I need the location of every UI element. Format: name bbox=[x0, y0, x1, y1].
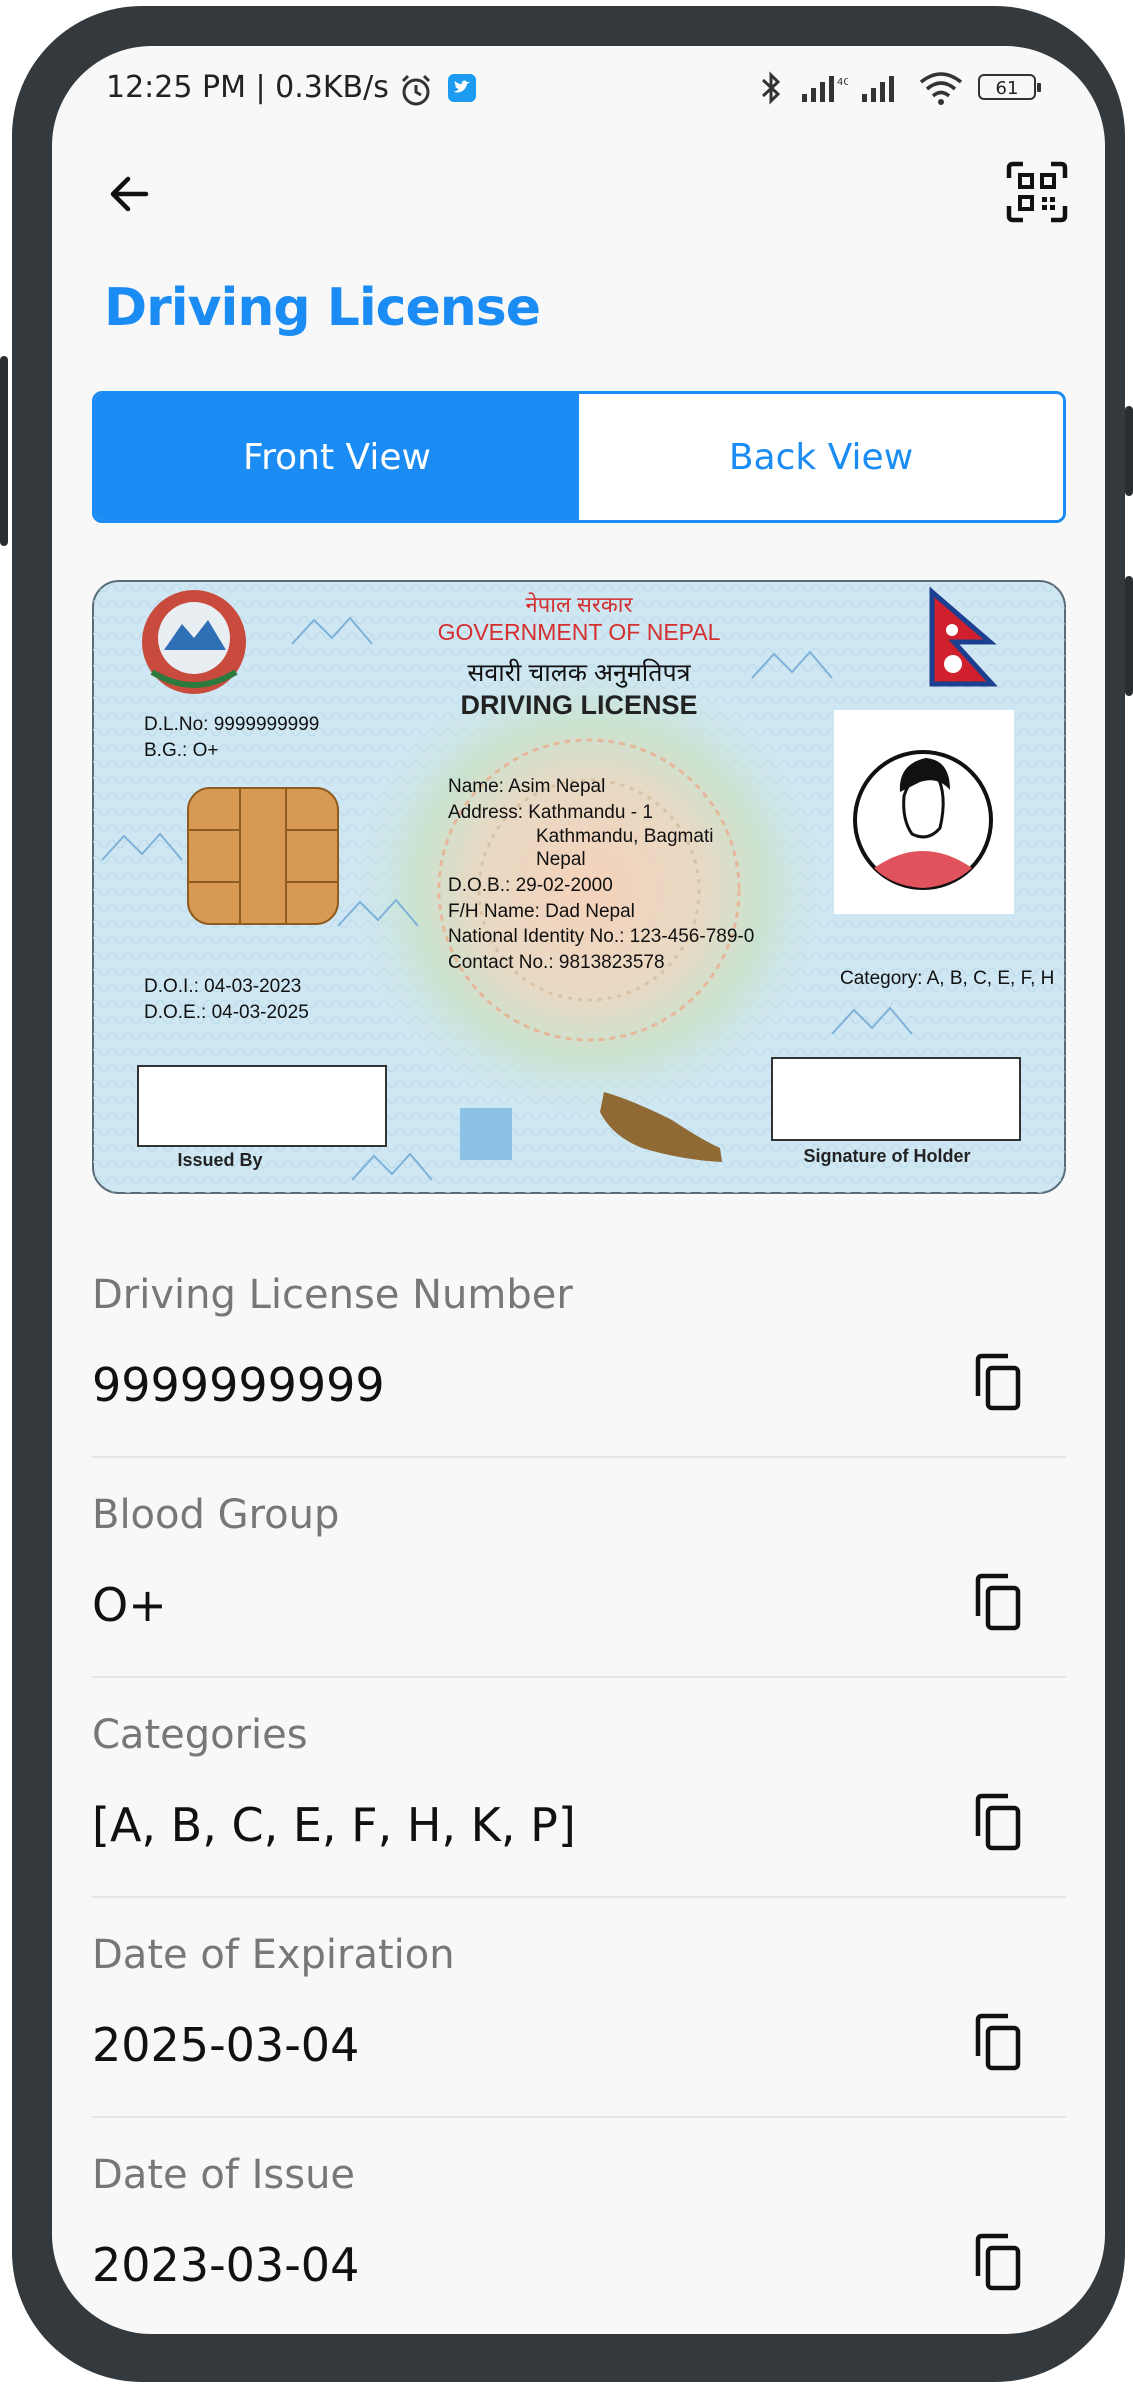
card-name: Name: Asim Nepal bbox=[448, 776, 605, 797]
card-doe: D.O.E.: 04-03-2025 bbox=[144, 1002, 309, 1023]
card-contact: Contact No.: 9813823578 bbox=[448, 952, 665, 973]
alarm-icon bbox=[401, 74, 431, 106]
avatar bbox=[853, 750, 993, 890]
side-button bbox=[1125, 576, 1133, 696]
side-button bbox=[1125, 406, 1133, 496]
chip-icon bbox=[187, 787, 339, 925]
arrow-left-icon[interactable] bbox=[100, 164, 160, 224]
field-label: Categories bbox=[92, 1712, 308, 1758]
field-label: Date of Expiration bbox=[92, 1932, 455, 1978]
card-dl-no: D.L.No: 9999999999 bbox=[144, 714, 319, 735]
signal-icon: 4G bbox=[802, 76, 848, 102]
field-value: 2025-03-04 bbox=[92, 2018, 360, 2072]
seal-mark bbox=[460, 1108, 512, 1160]
phone-frame: 12:25 PM | 0.3KB/s 4G 61 Driving License… bbox=[0, 6, 1133, 2382]
divider bbox=[92, 1676, 1066, 1678]
page-title: Driving License bbox=[104, 278, 541, 338]
card-address-3: Nepal bbox=[536, 849, 586, 870]
card-nepali-gov: नेपाल सरकार bbox=[526, 592, 634, 617]
qr-scan-icon[interactable] bbox=[1005, 160, 1069, 224]
field-label: Date of Issue bbox=[92, 2152, 356, 2198]
wifi-icon bbox=[919, 72, 963, 105]
twitter-icon bbox=[448, 74, 476, 102]
copy-icon[interactable] bbox=[964, 1350, 1028, 1414]
divider bbox=[92, 2116, 1066, 2118]
screen: 12:25 PM | 0.3KB/s 4G 61 Driving License… bbox=[52, 46, 1105, 2334]
issuer-signature-box bbox=[137, 1065, 387, 1147]
card-bg: B.G.: O+ bbox=[144, 740, 218, 761]
field-label: Blood Group bbox=[92, 1492, 340, 1538]
card-fh-name: F/H Name: Dad Nepal bbox=[448, 901, 635, 922]
tab-label: Back View bbox=[728, 436, 914, 478]
field-value: O+ bbox=[92, 1578, 167, 1632]
tab-label: Front View bbox=[243, 436, 431, 478]
svg-text:4G: 4G bbox=[837, 77, 848, 88]
copy-icon[interactable] bbox=[964, 1570, 1028, 1634]
tab-back-view[interactable]: Back View bbox=[579, 394, 1063, 520]
card-category: Category: A, B, C, E, F, H bbox=[840, 968, 1054, 989]
field-value: [A, B, C, E, F, H, K, P] bbox=[92, 1798, 576, 1852]
holder-signature-box bbox=[771, 1057, 1021, 1141]
card-address-1: Address: Kathmandu - 1 bbox=[448, 802, 653, 823]
battery-icon: 61 bbox=[978, 74, 1041, 100]
card-national-id: National Identity No.: 123-456-789-0 bbox=[448, 926, 754, 947]
card-address-2: Kathmandu, Bagmati bbox=[536, 826, 713, 847]
card-dob: D.O.B.: 29-02-2000 bbox=[448, 875, 613, 896]
signal-icon bbox=[862, 76, 894, 102]
bluetooth-icon bbox=[761, 71, 781, 105]
status-bar: 12:25 PM | 0.3KB/s 4G 61 bbox=[52, 46, 1105, 136]
divider bbox=[92, 1896, 1066, 1898]
nepal-emblem bbox=[142, 590, 246, 694]
card-gov: GOVERNMENT OF NEPAL bbox=[438, 619, 721, 645]
card-title: DRIVING LICENSE bbox=[460, 690, 697, 720]
field-label: Driving License Number bbox=[92, 1272, 573, 1318]
divider bbox=[92, 1456, 1066, 1458]
status-time-speed: 12:25 PM | 0.3KB/s bbox=[106, 70, 389, 105]
field-value: 2023-03-04 bbox=[92, 2238, 360, 2292]
view-toggle: Front View Back View bbox=[92, 391, 1066, 523]
field-value: 9999999999 bbox=[92, 1358, 385, 1412]
card-doi: D.O.I.: 04-03-2023 bbox=[144, 976, 301, 997]
card-issued-by: Issued By bbox=[177, 1150, 262, 1170]
license-card-image: नेपाल सरकार GOVERNMENT OF NEPAL सवारी चा… bbox=[92, 580, 1066, 1194]
license-card: नेपाल सरकार GOVERNMENT OF NEPAL सवारी चा… bbox=[92, 580, 1066, 1194]
copy-icon[interactable] bbox=[964, 2010, 1028, 2074]
side-button bbox=[0, 356, 8, 546]
battery-level: 61 bbox=[995, 78, 1019, 99]
copy-icon[interactable] bbox=[964, 2230, 1028, 2294]
card-signature: Signature of Holder bbox=[803, 1146, 970, 1166]
copy-icon[interactable] bbox=[964, 1790, 1028, 1854]
card-nepali-title: सवारी चालक अनुमतिपत्र bbox=[467, 658, 691, 688]
tab-front-view[interactable]: Front View bbox=[95, 394, 579, 520]
